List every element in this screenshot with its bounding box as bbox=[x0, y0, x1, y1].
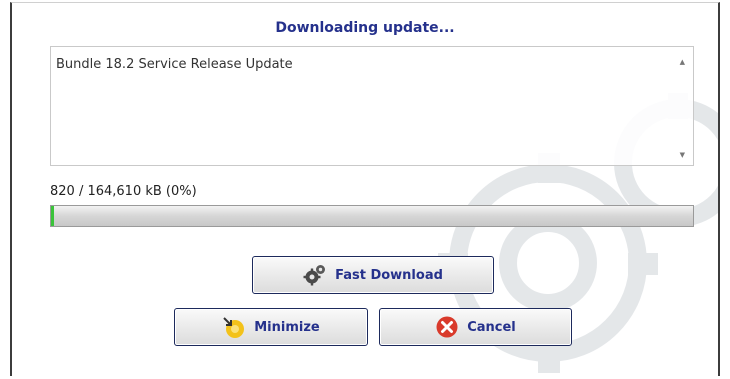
minimize-icon bbox=[222, 315, 246, 339]
progress-bar-fill bbox=[51, 206, 55, 226]
progress-bar bbox=[50, 205, 694, 227]
gears-icon bbox=[303, 263, 327, 287]
cancel-button[interactable]: Cancel bbox=[379, 308, 572, 346]
fast-download-label: Fast Download bbox=[335, 267, 443, 283]
scroll-up-arrow-icon[interactable]: ▲ bbox=[680, 59, 685, 66]
progress-label: 820 / 164,610 kB (0%) bbox=[50, 184, 197, 199]
minimize-button[interactable]: Minimize bbox=[174, 308, 368, 346]
cancel-label: Cancel bbox=[467, 319, 516, 335]
download-dialog: Downloading update... Bundle 18.2 Servic… bbox=[10, 2, 720, 376]
cancel-x-icon bbox=[435, 315, 459, 339]
scroll-down-arrow-icon[interactable]: ▼ bbox=[680, 152, 685, 159]
details-text: Bundle 18.2 Service Release Update bbox=[56, 57, 293, 72]
fast-download-button[interactable]: Fast Download bbox=[252, 256, 494, 294]
details-textbox[interactable]: Bundle 18.2 Service Release Update ▲ ▼ bbox=[50, 46, 694, 166]
dialog-title: Downloading update... bbox=[275, 20, 455, 36]
minimize-label: Minimize bbox=[254, 319, 320, 335]
